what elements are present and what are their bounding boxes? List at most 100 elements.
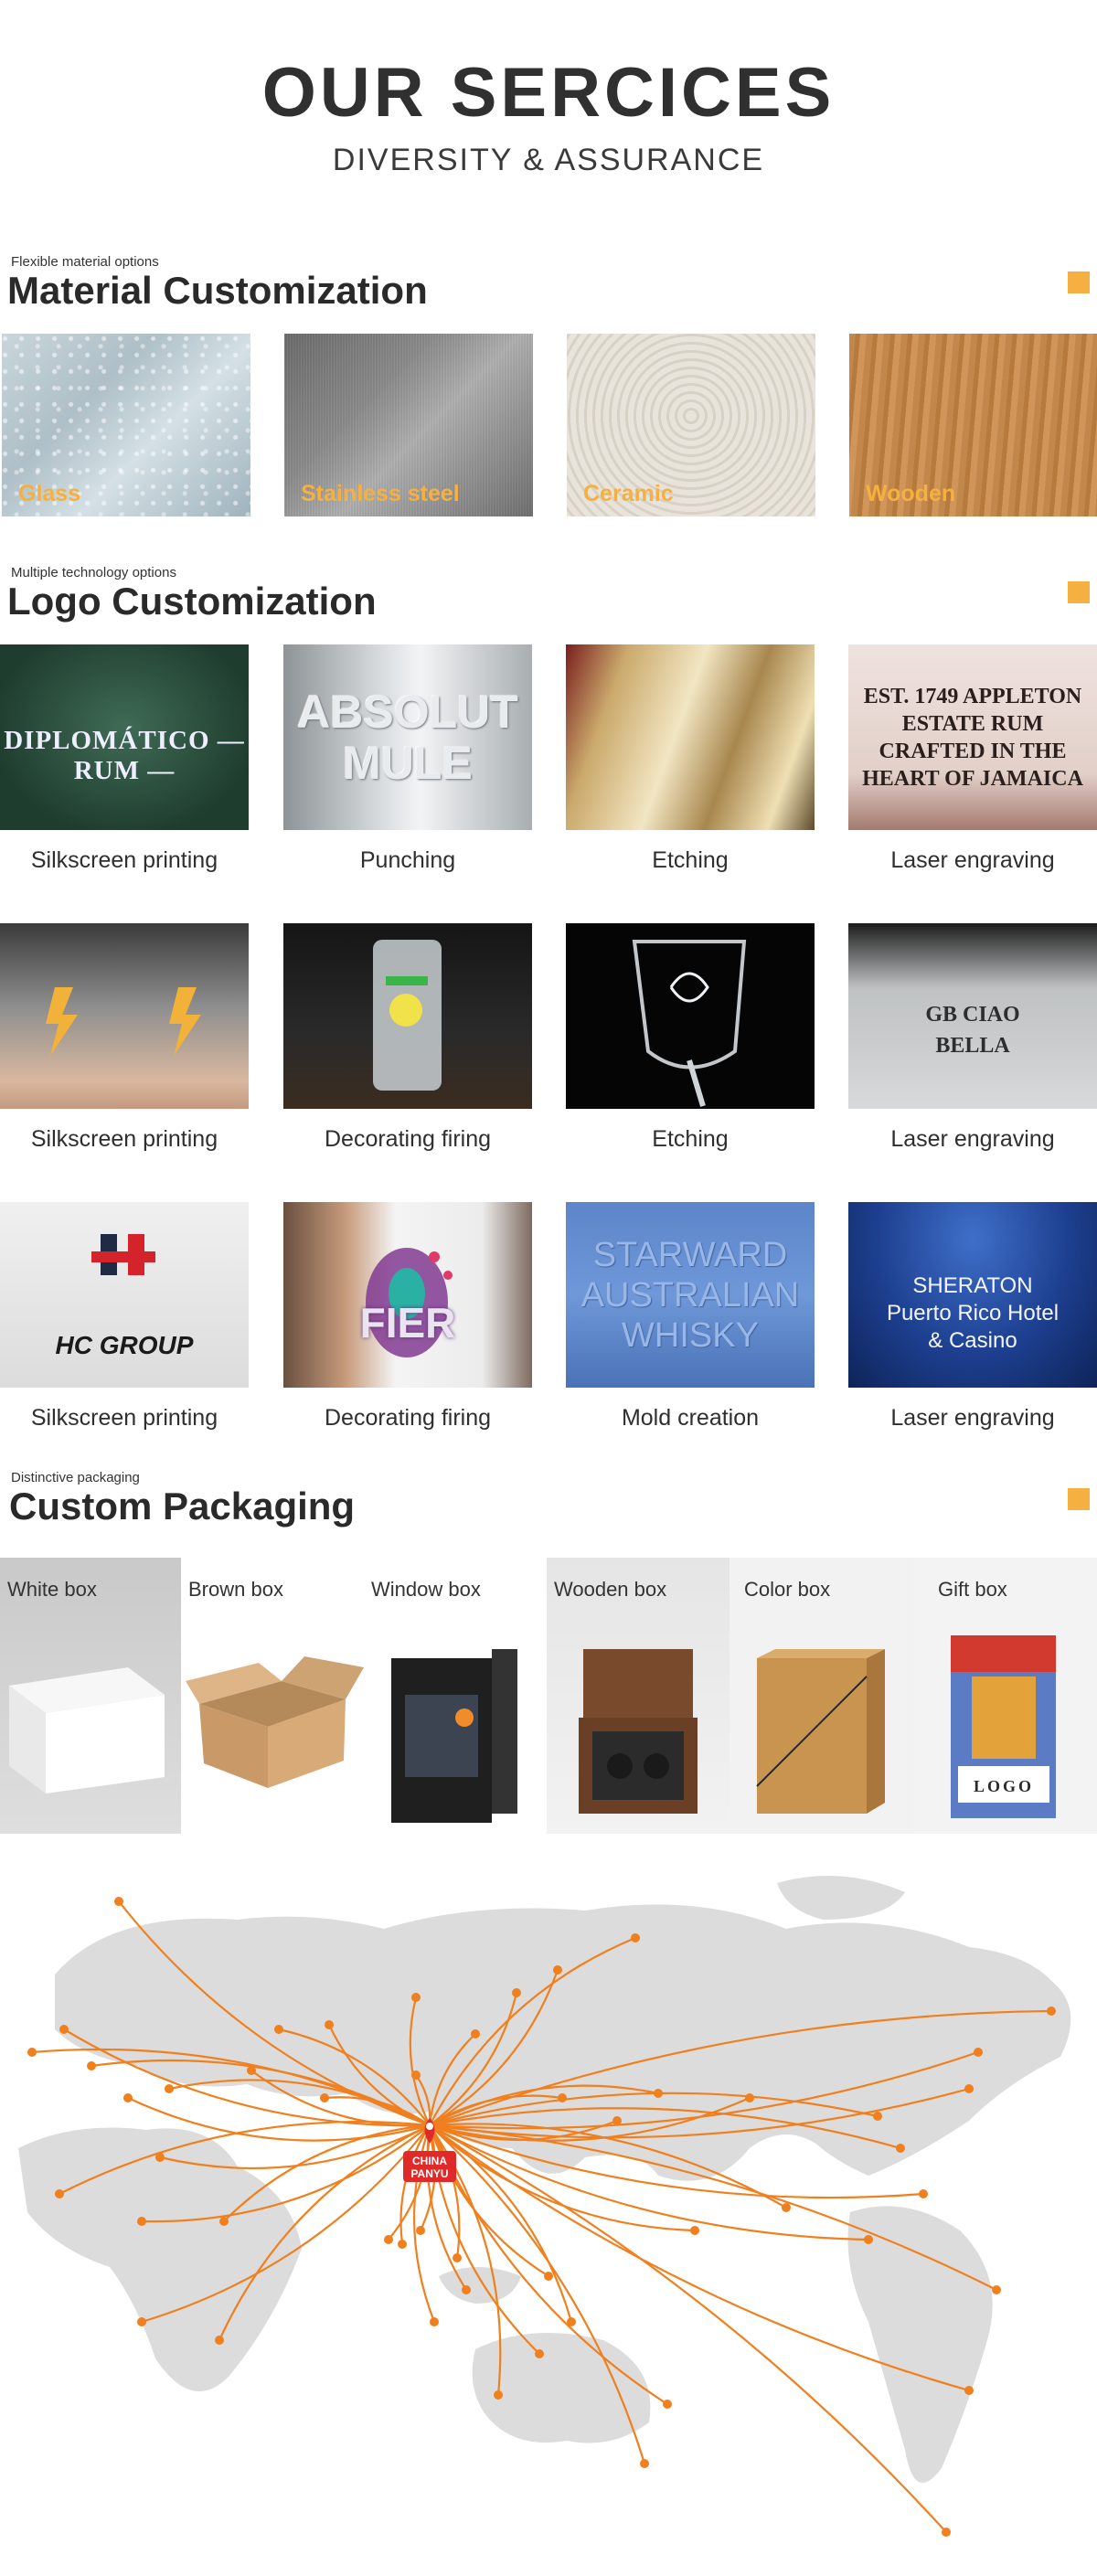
destination-dot	[87, 2061, 96, 2070]
material-kicker: Flexible material options	[11, 254, 159, 270]
destination-dot	[59, 2025, 69, 2034]
logo-photo-etched-bottle[interactable]	[566, 644, 815, 830]
destination-dot	[398, 2240, 407, 2249]
destination-dot	[631, 1933, 640, 1943]
pack-label: Color box	[744, 1578, 831, 1601]
pack-wooden-box[interactable]: Wooden box	[547, 1558, 730, 1834]
destination-dot	[974, 2048, 983, 2057]
packaging-title: Custom Packaging	[9, 1485, 356, 1528]
logo-photo-absolut[interactable]: ABSOLUT MULE	[283, 644, 532, 830]
wineglass-icon	[632, 940, 747, 1107]
pack-color-box[interactable]: Color box	[730, 1558, 912, 1834]
destination-dot	[544, 2272, 553, 2281]
pack-label: Brown box	[188, 1578, 283, 1601]
accent-square-icon	[1068, 271, 1090, 293]
logo-photo-appleton[interactable]: EST. 1749 APPLETON ESTATE RUM CRAFTED IN…	[848, 644, 1097, 830]
photo-text: SHERATON Puerto Rico Hotel & Casino	[886, 1272, 1060, 1353]
pack-brown-box[interactable]: Brown box	[181, 1558, 364, 1834]
destination-dot	[873, 2112, 882, 2121]
destination-dot	[215, 2336, 224, 2345]
photo-text	[566, 644, 815, 830]
destination-dot	[137, 2217, 146, 2226]
pack-label: Gift box	[938, 1578, 1007, 1601]
destination-dot	[55, 2189, 64, 2198]
logo-title: Logo Customization	[7, 580, 377, 623]
material-label: Wooden	[866, 481, 956, 506]
logo-caption: Laser engraving	[890, 847, 1055, 873]
destination-dot	[325, 2020, 334, 2029]
destination-dot	[567, 2317, 576, 2326]
destination-dot	[512, 1988, 521, 1997]
destination-dot	[663, 2400, 672, 2409]
page-subtitle: DIVERSITY & ASSURANCE	[332, 143, 765, 177]
logo-caption: Mold creation	[621, 1405, 760, 1431]
material-label: Glass	[18, 481, 81, 506]
destination-dot	[745, 2093, 754, 2102]
logo-photo-sheraton[interactable]: SHERATON Puerto Rico Hotel & Casino	[848, 1202, 1097, 1388]
route-line	[429, 2124, 947, 2533]
logo-caption: Laser engraving	[890, 1405, 1055, 1431]
destination-dot	[1047, 2007, 1056, 2016]
logo-photo-etched-wineglass[interactable]	[566, 923, 815, 1109]
destination-dot	[123, 2093, 133, 2102]
material-section-header: Flexible material options Material Custo…	[0, 252, 1097, 316]
logo-caption: Etching	[652, 847, 729, 873]
destination-dot	[690, 2226, 699, 2235]
hero-header: OUR SERCICES DIVERSITY & ASSURANCE	[0, 0, 1097, 210]
pack-window-box[interactable]: Window box	[364, 1558, 547, 1834]
logo-caption: Punching	[359, 847, 456, 873]
destination-dot	[553, 1965, 562, 1975]
destination-dot	[640, 2459, 649, 2468]
destination-dot	[384, 2235, 393, 2244]
origin-label-2: PANYU	[410, 2167, 448, 2180]
photo-text: FIER	[359, 1298, 456, 1347]
destination-dot	[155, 2153, 165, 2162]
destination-dot	[964, 2084, 974, 2093]
material-label: Stainless steel	[301, 481, 460, 506]
destination-dot	[462, 2285, 471, 2294]
logo-photo-double-glass[interactable]	[0, 923, 249, 1109]
material-title: Material Customization	[7, 269, 428, 312]
pack-label: Window box	[371, 1578, 481, 1601]
photo-text: EST. 1749 APPLETON ESTATE RUM CRAFTED IN…	[862, 684, 1083, 791]
destination-dot	[942, 2528, 951, 2537]
destination-dot	[896, 2144, 905, 2153]
destination-dot	[27, 2048, 37, 2057]
lightning-logo-icon	[46, 987, 201, 1056]
origin-label-1: CHINA	[412, 2155, 447, 2167]
destination-dot	[964, 2386, 974, 2395]
logo-caption: Silkscreen printing	[30, 1405, 218, 1431]
packaging-section-header: Distinctive packaging Custom Packaging	[0, 1468, 1097, 1541]
destination-dot	[416, 2226, 425, 2235]
logo-photo-decorated-glass[interactable]	[283, 923, 532, 1109]
destination-dot	[165, 2084, 174, 2093]
pack-white-box[interactable]: White box	[0, 1558, 181, 1834]
destination-dot	[453, 2253, 462, 2262]
logo-photo-ciao-bella[interactable]: GB CIAO BELLA	[848, 923, 1097, 1109]
pack-gift-box[interactable]: Gift box LOGO	[912, 1558, 1097, 1834]
packaging-kicker: Distinctive packaging	[11, 1470, 140, 1485]
destination-dot	[494, 2390, 503, 2400]
material-glass-tile[interactable]: Glass	[2, 334, 250, 516]
logo-photo-fier-mug[interactable]: FIER	[283, 1202, 532, 1388]
logo-caption: Laser engraving	[890, 1126, 1055, 1152]
photo-text: GB CIAO BELLA	[925, 1002, 1020, 1058]
logo-photo-diplomatico[interactable]: DIPLOMÁTICO — RUM —	[0, 644, 249, 830]
material-wooden-tile[interactable]: Wooden	[849, 334, 1097, 516]
destination-dot	[247, 2066, 256, 2075]
destination-dot	[430, 2317, 439, 2326]
pack-label: White box	[7, 1578, 97, 1601]
logo-photo-starward[interactable]: STARWARD AUSTRALIAN WHISKY	[566, 1202, 815, 1388]
destination-dot	[558, 2093, 567, 2102]
logo-caption: Silkscreen printing	[30, 1126, 218, 1152]
material-steel-tile[interactable]: Stainless steel	[284, 334, 533, 516]
material-ceramic-tile[interactable]: Ceramic	[567, 334, 815, 516]
destination-dot	[992, 2285, 1001, 2294]
destination-dot	[411, 1993, 421, 2002]
accent-square-icon	[1068, 581, 1090, 603]
world-map-routes: CHINA PANYU	[18, 1876, 1071, 2537]
destination-dot	[219, 2217, 229, 2226]
logo-photo-hc-group[interactable]: HC GROUP	[0, 1202, 249, 1388]
pack-label: Wooden box	[554, 1578, 667, 1601]
services-page: OUR SERCICES DIVERSITY & ASSURANCE Flexi…	[0, 0, 1097, 2576]
